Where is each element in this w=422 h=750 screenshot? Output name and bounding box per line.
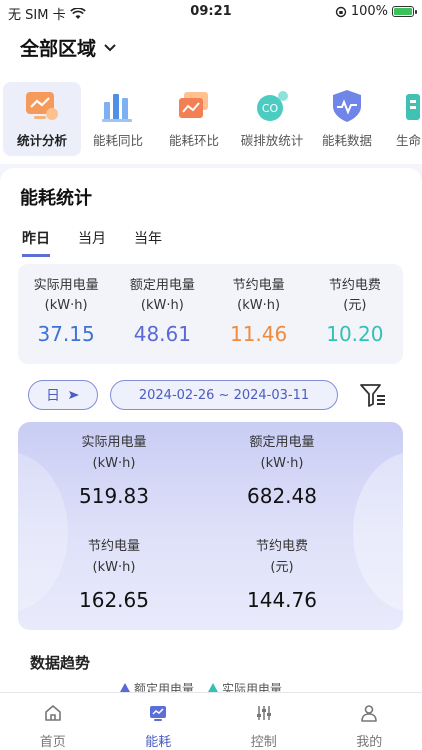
tab-label: 控制 (250, 735, 277, 750)
tab-label: 首页 (39, 735, 66, 750)
category-label: 生命 (396, 133, 422, 148)
summary-rated-usage: 额定用电量 (kW·h) 682.48 (186, 432, 378, 508)
stats-analysis-icon (24, 88, 60, 124)
summary-saved-energy: 节约电量 (kW·h) 162.65 (18, 536, 210, 612)
co2-icon: CO (254, 88, 290, 124)
summary-panel: 实际用电量 (kW·h) 519.83 额定用电量 (kW·h) 682.48 … (18, 422, 403, 630)
triangle-icon (120, 683, 130, 692)
granularity-button[interactable]: 日 (28, 380, 98, 410)
stat-saved-energy: 节约电量 (kW·h) 11.46 (211, 264, 307, 364)
triangle-icon (208, 683, 219, 692)
summary-value: 519.83 (79, 484, 149, 508)
category-row: 统计分析 能耗同比 能耗环比 CO 碳排放统计 能耗数据 生命 (0, 74, 422, 164)
stat-value: 37.15 (37, 322, 95, 346)
stat-unit: (kW·h) (44, 298, 88, 313)
category-label: 统计分析 (16, 133, 67, 148)
tab-yesterday[interactable]: 昨日 (22, 228, 50, 257)
home-icon (44, 705, 61, 721)
tab-label: 能耗 (145, 735, 172, 750)
tab-energy[interactable]: 能耗 (106, 693, 212, 750)
category-label: 能耗同比 (92, 133, 143, 148)
category-yoy[interactable]: 能耗同比 (79, 82, 157, 156)
stat-title: 实际用电量 (33, 278, 99, 293)
date-filter-row: 日 2024-02-26 ~ 2024-03-11 (28, 380, 398, 410)
energy-chart-icon (150, 706, 167, 721)
stat-value: 48.61 (133, 322, 191, 346)
summary-title: 额定用电量 (249, 435, 315, 450)
stat-title: 额定用电量 (129, 278, 195, 293)
stat-value: 11.46 (229, 322, 288, 346)
summary-value: 144.76 (247, 588, 317, 612)
tab-home[interactable]: 首页 (0, 693, 106, 750)
summary-value: 682.48 (247, 484, 317, 508)
stat-unit: (kW·h) (140, 298, 184, 313)
chevron-down-icon (104, 43, 116, 51)
summary-title: 节约电费 (255, 539, 308, 554)
summary-title: 节约电量 (87, 539, 140, 554)
stats-strip: 实际用电量 (kW·h) 37.15 额定用电量 (kW·h) 48.61 节约… (18, 264, 403, 364)
life-icon (402, 88, 422, 124)
stat-actual-usage: 实际用电量 (kW·h) 37.15 (18, 264, 114, 364)
bottom-tab-bar: 首页 能耗 控制 我的 (0, 692, 422, 750)
filter-icon (360, 384, 385, 407)
stat-rated-usage: 额定用电量 (kW·h) 48.61 (114, 264, 210, 364)
sliders-icon (256, 706, 271, 720)
stat-value: 10.20 (326, 322, 384, 346)
summary-unit: (kW·h) (92, 560, 136, 575)
user-icon (361, 705, 378, 722)
energy-stats-card: 能耗统计 昨日 当月 当年 实际用电量 (kW·h) 37.15 额定用电量 (… (0, 168, 422, 696)
category-life[interactable]: 生命 (384, 82, 422, 156)
trend-window-icon (176, 88, 212, 124)
battery-icon (392, 6, 417, 17)
region-label: 全部区域 (20, 38, 97, 60)
summary-unit: (kW·h) (92, 456, 136, 471)
trend-title: 数据趋势 (30, 654, 91, 672)
tab-label: 我的 (356, 735, 383, 750)
play-arrow-icon (69, 391, 79, 399)
category-energy-data[interactable]: 能耗数据 (308, 82, 386, 156)
summary-saved-cost: 节约电费 (元) 144.76 (186, 536, 378, 612)
date-range-button[interactable]: 2024-02-26 ~ 2024-03-11 (110, 380, 338, 410)
category-label: 能耗数据 (321, 133, 372, 148)
tab-current-year[interactable]: 当年 (134, 228, 162, 257)
shield-pulse-icon (329, 88, 365, 124)
region-selector[interactable]: 全部区域 (20, 34, 116, 61)
filter-button[interactable] (358, 380, 388, 410)
header: 全部区域 (0, 24, 422, 74)
orientation-lock-icon (335, 6, 347, 17)
stat-saved-cost: 节约电费 (元) 10.20 (307, 264, 403, 364)
tab-control[interactable]: 控制 (211, 693, 317, 750)
status-right: 100% (335, 4, 417, 19)
date-range-label: 2024-02-26 ~ 2024-03-11 (138, 387, 310, 403)
summary-actual-usage: 实际用电量 (kW·h) 519.83 (18, 432, 210, 508)
stat-title: 节约电量 (232, 278, 285, 293)
category-mom[interactable]: 能耗环比 (155, 82, 233, 156)
category-carbon[interactable]: CO 碳排放统计 (233, 82, 311, 156)
stat-unit: (kW·h) (237, 298, 281, 313)
summary-value: 162.65 (79, 588, 149, 612)
summary-title: 实际用电量 (81, 435, 147, 450)
tab-current-month[interactable]: 当月 (78, 228, 106, 257)
category-label: 碳排放统计 (240, 133, 304, 148)
category-label: 能耗环比 (168, 133, 219, 148)
period-tabs: 昨日 当月 当年 (22, 228, 162, 257)
granularity-label: 日 (46, 388, 60, 404)
bar-chart-icon (100, 88, 136, 124)
category-stats-analysis[interactable]: 统计分析 (3, 82, 81, 156)
status-bar: 无 SIM 卡 09:21 100% (0, 0, 422, 24)
co2-icon-text: CO (262, 102, 279, 115)
summary-unit: (kW·h) (260, 456, 304, 471)
stat-title: 节约电费 (328, 278, 381, 293)
tab-mine[interactable]: 我的 (317, 693, 422, 750)
battery-percent: 100% (350, 4, 388, 19)
summary-unit: (元) (270, 560, 294, 575)
stat-unit: (元) (343, 298, 367, 313)
section-title: 能耗统计 (20, 188, 92, 209)
